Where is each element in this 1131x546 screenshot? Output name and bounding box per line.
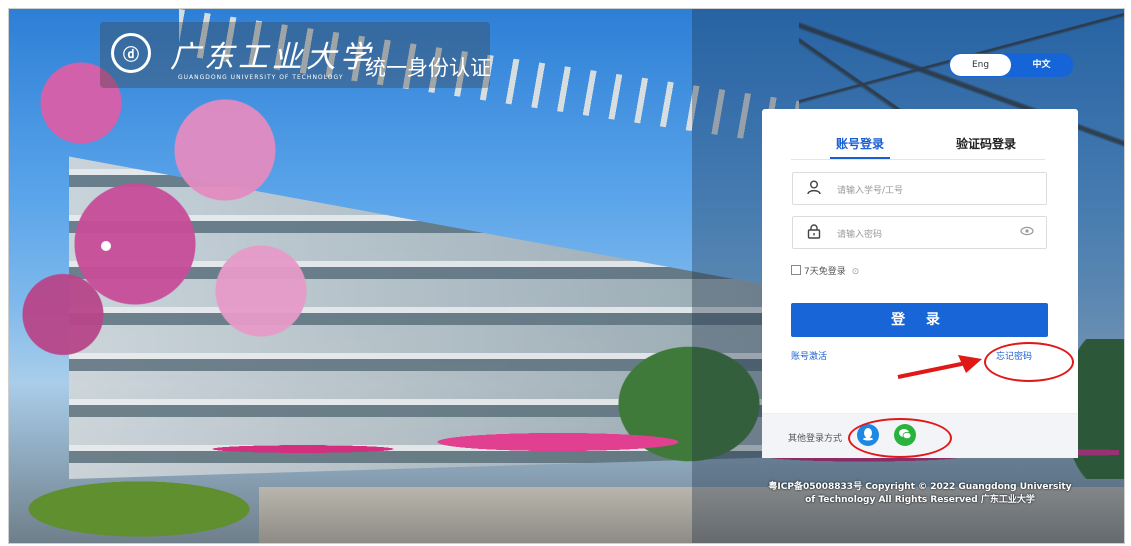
remember-me[interactable]: 7天免登录 ⊙ [791, 264, 859, 277]
university-name-en: GUANGDONG UNIVERSITY OF TECHNOLOGY [178, 74, 344, 81]
tab-code-login[interactable]: 验证码登录 [956, 135, 1016, 152]
lock-icon [807, 224, 821, 243]
background-hedge [19, 479, 259, 539]
other-login-label: 其他登录方式 [788, 434, 843, 444]
university-name: 广东工业大学 [170, 40, 374, 75]
copyright-line-2: of Technology All Rights Reserved 广东工业大学 [805, 495, 1035, 505]
remember-checkbox[interactable] [791, 265, 801, 275]
language-chinese[interactable]: 中文 [1011, 54, 1072, 76]
street-lamp [101, 241, 111, 251]
tab-account-login[interactable]: 账号登录 [829, 135, 891, 159]
university-emblem-icon: ⓓ [111, 33, 151, 73]
language-toggle[interactable]: Eng 中文 [949, 53, 1073, 77]
eye-icon[interactable] [1020, 225, 1034, 239]
user-icon [807, 180, 821, 199]
copyright: 粤ICP备05008833号 Copyright © 2022 Guangdon… [762, 481, 1078, 507]
password-placeholder: 请输入密码 [837, 230, 883, 240]
language-english[interactable]: Eng [950, 54, 1011, 76]
username-placeholder: 请输入学号/工号 [837, 186, 904, 196]
remember-label: 7天免登录 [804, 267, 846, 277]
login-button[interactable]: 登 录 [791, 303, 1048, 337]
annotation-circle-social [848, 418, 952, 458]
login-tabs: 账号登录 验证码登录 [791, 131, 1045, 160]
username-field[interactable]: 请输入学号/工号 [792, 172, 1047, 205]
annotation-circle-forgot [984, 342, 1074, 382]
copyright-line-1: 粤ICP备05008833号 Copyright © 2022 Guangdon… [768, 482, 1072, 492]
password-field[interactable]: 请输入密码 [792, 216, 1047, 249]
activate-account-link[interactable]: 账号激活 [791, 349, 827, 362]
portal-title: 统一身份认证 [365, 56, 491, 80]
help-icon[interactable]: ⊙ [852, 267, 860, 277]
login-card: 账号登录 验证码登录 请输入学号/工号 请输入密码 7天免登录 ⊙ 登 录 账号激… [762, 109, 1078, 458]
annotation-arrow-icon [897, 355, 982, 379]
